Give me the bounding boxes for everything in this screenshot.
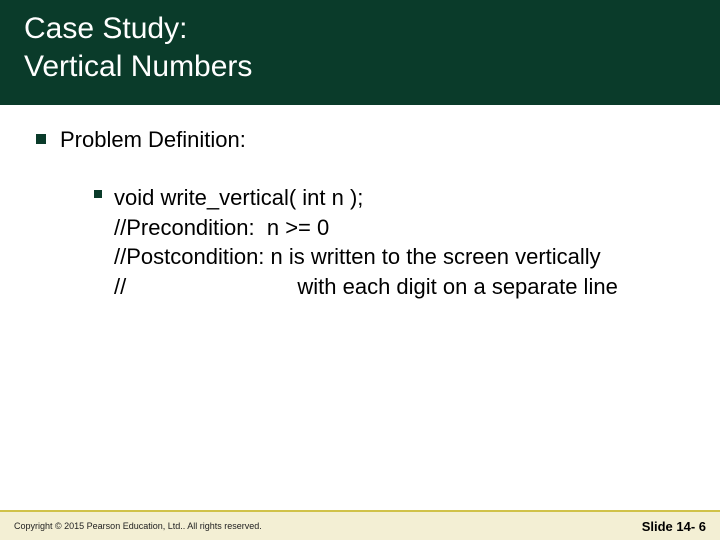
problem-definition-heading: Problem Definition:: [60, 127, 246, 153]
title-line-1: Case Study:: [24, 12, 187, 45]
slide-title: Case Study: Vertical Numbers: [24, 10, 696, 85]
bullet-level-2: void write_vertical( int n ); //Precondi…: [94, 183, 684, 302]
footer-bar: Copyright © 2015 Pearson Education, Ltd.…: [0, 510, 720, 540]
slide: Case Study: Vertical Numbers Problem Def…: [0, 0, 720, 540]
code-block: void write_vertical( int n ); //Precondi…: [114, 183, 618, 302]
slide-number: Slide 14- 6: [642, 519, 706, 534]
title-band: Case Study: Vertical Numbers: [0, 0, 720, 105]
bullet-level-1: Problem Definition:: [36, 127, 684, 153]
square-bullet-icon: [36, 134, 46, 144]
square-bullet-icon: [94, 190, 102, 198]
slide-body: Problem Definition: void write_vertical(…: [0, 105, 720, 302]
copyright-text: Copyright © 2015 Pearson Education, Ltd.…: [14, 521, 262, 531]
title-line-2: Vertical Numbers: [24, 50, 252, 83]
